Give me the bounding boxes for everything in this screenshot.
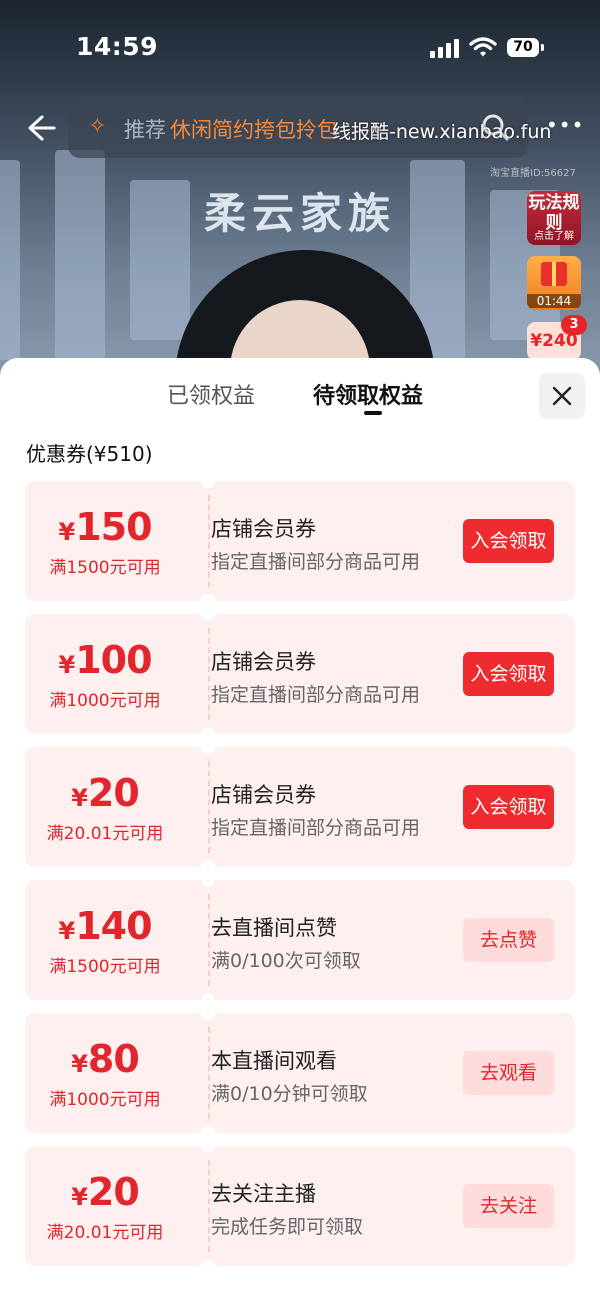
search-suggestion: 休闲简约挎包拎包 bbox=[170, 118, 338, 142]
coupon-card: ¥140 满1500元可用 去直播间点赞满0/100次可领取 去点赞 bbox=[25, 873, 575, 1007]
coupon-condition: 满1500元可用 bbox=[49, 558, 161, 578]
coupon-action-button[interactable]: 入会领取 bbox=[463, 652, 554, 696]
coupon-card: ¥80 满1000元可用 本直播间观看满0/10分钟可领取 去观看 bbox=[25, 1006, 575, 1140]
currency-symbol: ¥ bbox=[58, 917, 76, 945]
card-divider bbox=[208, 628, 210, 720]
coupon-card: ¥20 满20.01元可用 店铺会员券指定直播间部分商品可用 入会领取 bbox=[25, 740, 575, 874]
coupon-action-button[interactable]: 去点赞 bbox=[463, 918, 554, 962]
coupon-action-button[interactable]: 入会领取 bbox=[463, 785, 554, 829]
coupon-title: 去直播间点赞 bbox=[211, 916, 337, 940]
cellular-signal-icon bbox=[430, 38, 460, 58]
sparkle-icon: ✧ bbox=[88, 114, 107, 139]
back-arrow-icon[interactable] bbox=[22, 110, 58, 146]
status-time: 14:59 bbox=[76, 32, 159, 61]
coupon-title: 店铺会员券 bbox=[211, 783, 316, 807]
benefits-sheet: 已领权益 待领取权益 优惠券(¥510) ¥150 满1500元可用 店铺会员券 指定… bbox=[0, 358, 600, 1304]
card-notch bbox=[201, 727, 215, 741]
tab-claimed-benefits[interactable]: 已领权益 bbox=[167, 378, 255, 410]
coupon-amount: ¥140 bbox=[25, 904, 185, 948]
coupon-amount: ¥20 bbox=[25, 1170, 185, 1214]
gift-timer: 01:44 bbox=[527, 294, 581, 308]
coupon-count-badge: 3 bbox=[561, 315, 587, 335]
battery-icon: 70 bbox=[507, 38, 544, 57]
gift-widget[interactable]: 01:44 bbox=[527, 256, 581, 310]
coupon-card: ¥100 满1000元可用 店铺会员券指定直播间部分商品可用 入会领取 bbox=[25, 607, 575, 741]
wifi-icon bbox=[469, 37, 497, 57]
close-icon bbox=[552, 386, 572, 406]
coupon-card: ¥20 满20.01元可用 去关注主播完成任务即可领取 去关注 bbox=[25, 1139, 575, 1273]
search-prefix: 推荐 bbox=[124, 118, 166, 142]
currency-symbol: ¥ bbox=[58, 518, 76, 546]
currency-symbol: ¥ bbox=[71, 1183, 88, 1211]
active-tab-indicator bbox=[364, 411, 382, 415]
card-notch bbox=[201, 1259, 215, 1273]
coupon-action-button[interactable]: 去关注 bbox=[463, 1184, 554, 1228]
card-notch bbox=[201, 873, 215, 887]
card-notch bbox=[201, 1126, 215, 1140]
card-divider bbox=[208, 1160, 210, 1252]
card-notch bbox=[201, 860, 215, 874]
coupon-title: 店铺会员券 bbox=[211, 650, 316, 674]
coupon-action-button[interactable]: 入会领取 bbox=[463, 519, 554, 563]
coupon-value: 100 bbox=[75, 638, 152, 682]
coupon-amount: ¥150 bbox=[25, 505, 185, 549]
card-divider bbox=[208, 894, 210, 986]
coupon-condition: 满20.01元可用 bbox=[46, 824, 164, 844]
coupon-subtitle: 指定直播间部分商品可用 bbox=[211, 817, 421, 839]
coupon-condition: 满1000元可用 bbox=[49, 691, 161, 711]
coupon-condition: 满1500元可用 bbox=[49, 957, 161, 977]
watermark-text: 线报酷-new.xianbao.fun bbox=[332, 121, 552, 143]
rules-subtitle: 点击了解 bbox=[534, 231, 574, 242]
coupon-value: 20 bbox=[87, 1170, 140, 1214]
card-divider bbox=[208, 495, 210, 587]
status-bar: 14:59 70 bbox=[0, 0, 600, 96]
live-room-title: 柔云家族 bbox=[203, 189, 396, 238]
card-divider bbox=[208, 761, 210, 853]
currency-symbol: ¥ bbox=[58, 651, 76, 679]
card-notch bbox=[201, 993, 215, 1007]
coupon-section-title: 优惠券(¥510) bbox=[26, 442, 153, 466]
coupon-subtitle: 完成任务即可领取 bbox=[211, 1216, 364, 1238]
coupon-subtitle: 满0/100次可领取 bbox=[211, 950, 361, 972]
coupon-value: 140 bbox=[75, 904, 152, 948]
card-notch bbox=[201, 740, 215, 754]
coupon-condition: 满1000元可用 bbox=[49, 1090, 161, 1110]
rules-title: 玩法规则 bbox=[528, 193, 580, 233]
card-notch bbox=[201, 1006, 215, 1020]
rules-widget[interactable]: 玩法规则 点击了解 bbox=[527, 191, 581, 245]
gift-icon bbox=[541, 262, 567, 286]
coupon-title: 去关注主播 bbox=[211, 1182, 316, 1206]
room-id: 淘宝直播ID:56627 bbox=[490, 168, 576, 179]
currency-symbol: ¥ bbox=[71, 1050, 88, 1078]
coupon-title: 本直播间观看 bbox=[211, 1049, 337, 1073]
coupon-subtitle: 指定直播间部分商品可用 bbox=[211, 551, 421, 573]
currency-symbol: ¥ bbox=[71, 784, 88, 812]
coupon-value: 20 bbox=[87, 771, 140, 815]
coupon-amount: ¥80 bbox=[25, 1037, 185, 1081]
coupon-value: 150 bbox=[75, 505, 152, 549]
coupon-subtitle: 指定直播间部分商品可用 bbox=[211, 684, 421, 706]
more-menu-icon[interactable]: ••• bbox=[546, 113, 584, 137]
coupon-subtitle: 满0/10分钟可领取 bbox=[211, 1083, 368, 1105]
card-notch bbox=[201, 474, 215, 488]
coupon-amount: ¥20 bbox=[25, 771, 185, 815]
coupon-condition: 满20.01元可用 bbox=[46, 1223, 164, 1243]
card-notch bbox=[201, 594, 215, 608]
coupon-value: 80 bbox=[87, 1037, 140, 1081]
card-divider bbox=[208, 1027, 210, 1119]
tab-pending-benefits[interactable]: 待领取权益 bbox=[313, 378, 423, 410]
close-button[interactable] bbox=[539, 373, 585, 419]
card-notch bbox=[201, 1139, 215, 1153]
card-notch bbox=[201, 607, 215, 621]
coupon-card: ¥150 满1500元可用 店铺会员券指定直播间部分商品可用 入会领取 bbox=[25, 474, 575, 608]
coupon-title: 店铺会员券 bbox=[211, 517, 316, 541]
coupon-action-button[interactable]: 去观看 bbox=[463, 1051, 554, 1095]
coupon-amount: ¥100 bbox=[25, 638, 185, 682]
